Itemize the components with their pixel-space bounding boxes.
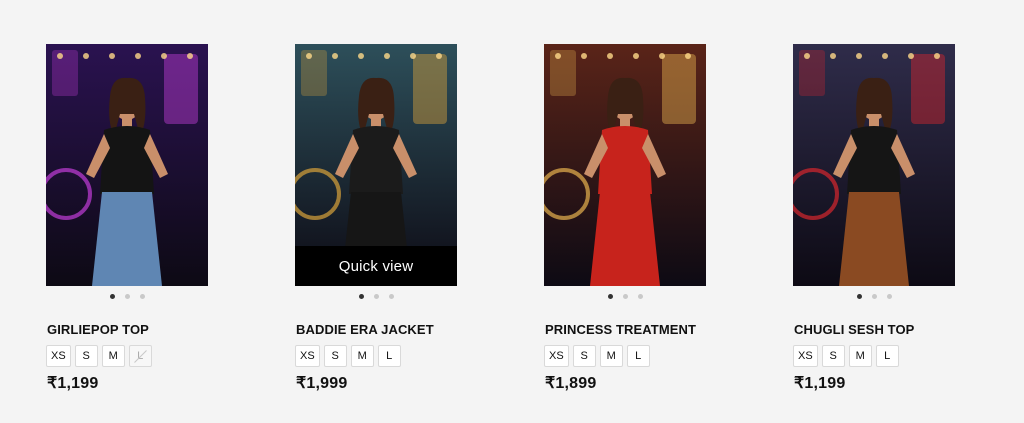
model-photo	[46, 44, 208, 286]
carousel-dot[interactable]	[607, 294, 613, 299]
size-option-s[interactable]: S	[572, 345, 596, 367]
product-price: ₹1,999	[296, 375, 348, 392]
product-name[interactable]: CHUGLI SESH TOP	[794, 322, 914, 337]
carousel-dot[interactable]	[856, 294, 862, 299]
size-option-m[interactable]: M	[101, 345, 125, 367]
size-option-xs[interactable]: XS	[46, 345, 71, 367]
size-option-l[interactable]: L	[377, 345, 401, 367]
carousel-dot[interactable]	[109, 294, 115, 299]
image-carousel-dots	[544, 294, 706, 299]
size-option-l[interactable]: L	[875, 345, 899, 367]
product-price: ₹1,899	[545, 375, 597, 392]
carousel-dot[interactable]	[373, 294, 379, 299]
size-option-m[interactable]: M	[599, 345, 623, 367]
size-option-s[interactable]: S	[323, 345, 347, 367]
carousel-dot[interactable]	[886, 294, 892, 299]
model-photo	[544, 44, 706, 286]
image-carousel-dots	[46, 294, 208, 299]
carousel-dot[interactable]	[622, 294, 628, 299]
size-option-l[interactable]: L	[128, 345, 152, 367]
product-price: ₹1,199	[47, 375, 99, 392]
size-option-m[interactable]: M	[848, 345, 872, 367]
size-option-s[interactable]: S	[821, 345, 845, 367]
carousel-dot[interactable]	[871, 294, 877, 299]
product-card: Quick view BADDIE ERA JACKET XS S M L ₹1,99…	[295, 44, 475, 392]
product-name[interactable]: BADDIE ERA JACKET	[296, 322, 434, 337]
model-photo	[793, 44, 955, 286]
size-option-m[interactable]: M	[350, 345, 374, 367]
size-option-xs[interactable]: XS	[544, 345, 569, 367]
product-card: PRINCESS TREATMENT XS S M L ₹1,899	[544, 44, 724, 392]
product-price: ₹1,199	[794, 375, 846, 392]
carousel-dot[interactable]	[388, 294, 394, 299]
product-image[interactable]: Quick view	[295, 44, 457, 286]
size-selector: XS S M L	[46, 345, 152, 367]
image-carousel-dots	[793, 294, 955, 299]
product-card: CHUGLI SESH TOP XS S M L ₹1,199	[793, 44, 973, 392]
carousel-dot[interactable]	[124, 294, 130, 299]
size-option-xs[interactable]: XS	[793, 345, 818, 367]
product-name[interactable]: GIRLIEPOP TOP	[47, 322, 149, 337]
size-selector: XS S M L	[793, 345, 899, 367]
size-option-s[interactable]: S	[74, 345, 98, 367]
size-selector: XS S M L	[295, 345, 401, 367]
carousel-dot[interactable]	[637, 294, 643, 299]
product-image[interactable]	[793, 44, 955, 286]
size-option-xs[interactable]: XS	[295, 345, 320, 367]
product-card: GIRLIEPOP TOP XS S M L ₹1,199	[46, 44, 226, 392]
image-carousel-dots	[295, 294, 457, 299]
size-selector: XS S M L	[544, 345, 650, 367]
product-image[interactable]	[46, 44, 208, 286]
quick-view-button[interactable]: Quick view	[295, 246, 457, 286]
carousel-dot[interactable]	[358, 294, 364, 299]
carousel-dot[interactable]	[139, 294, 145, 299]
product-image[interactable]	[544, 44, 706, 286]
product-name[interactable]: PRINCESS TREATMENT	[545, 322, 696, 337]
size-option-l[interactable]: L	[626, 345, 650, 367]
